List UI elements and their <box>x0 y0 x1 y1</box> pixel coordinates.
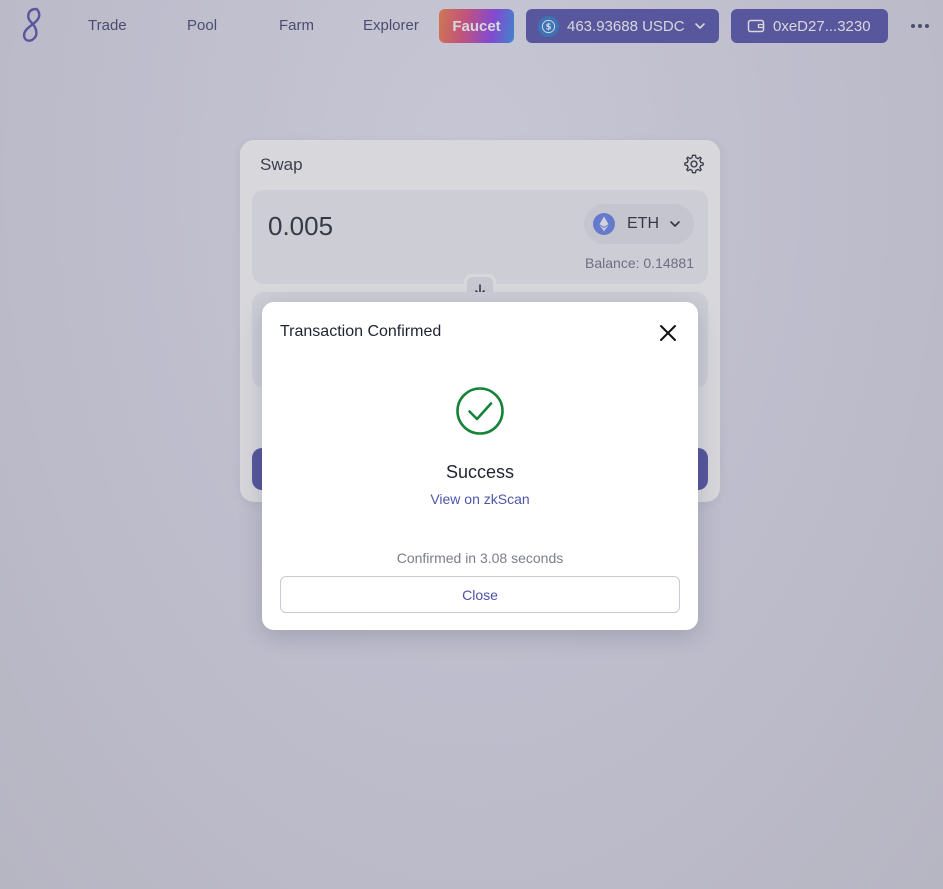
confirmation-time: Confirmed in 3.08 seconds <box>396 550 564 566</box>
view-on-zkscan-link[interactable]: View on zkScan <box>262 491 698 507</box>
close-button[interactable]: Close <box>280 576 680 613</box>
modal-title: Transaction Confirmed <box>280 323 442 340</box>
close-icon[interactable] <box>656 321 680 345</box>
check-circle-icon <box>455 386 505 436</box>
success-status: Success <box>445 462 515 482</box>
transaction-confirmed-modal: Transaction Confirmed Success View on zk… <box>262 302 698 630</box>
